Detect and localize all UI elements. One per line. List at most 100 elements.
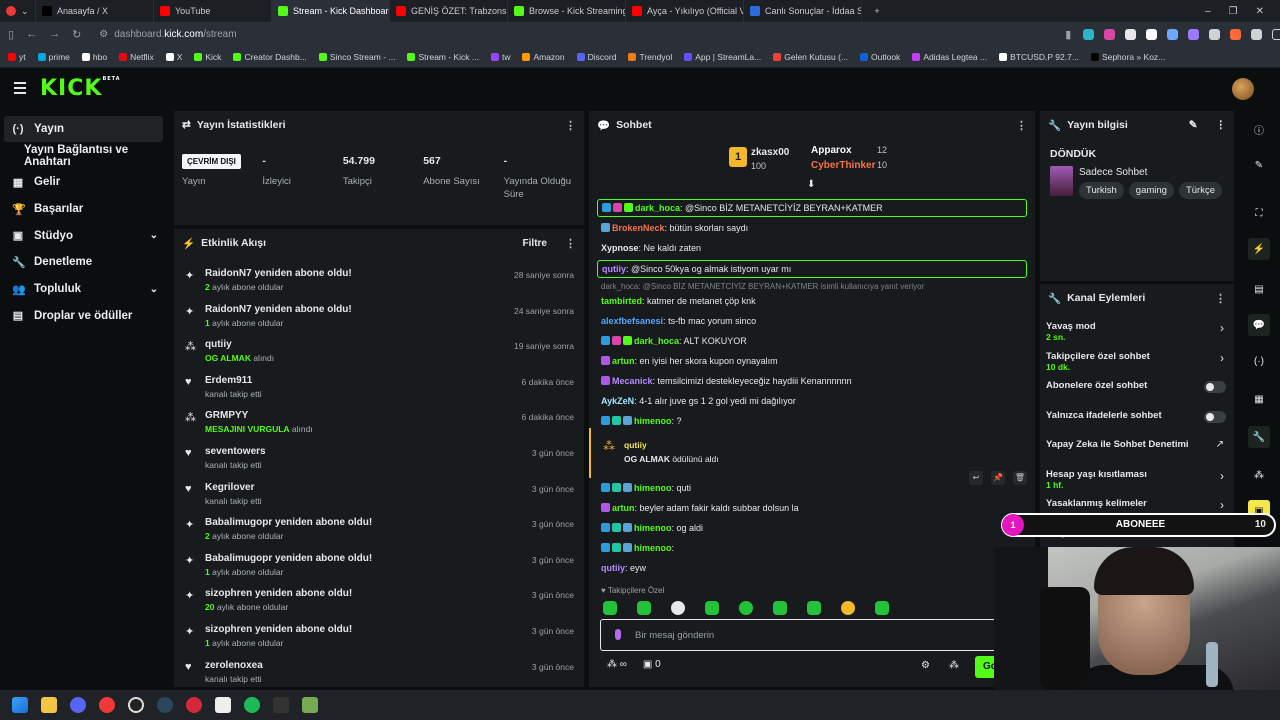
bookmark-item[interactable]: yt: [8, 52, 26, 62]
chat-username[interactable]: BrokenNeck: [612, 223, 665, 233]
channel-action-row[interactable]: Yavaş mod 2 sn. ›: [1040, 314, 1234, 344]
toggle-switch[interactable]: [1204, 381, 1226, 393]
bookmark-item[interactable]: Sephora » Koz...: [1090, 52, 1165, 62]
browser-tab[interactable]: Browse - Kick Streaming: [508, 0, 626, 22]
bookmark-item[interactable]: App | StreamLa...: [684, 52, 761, 62]
sidebar-item[interactable]: 🏆 Başarılar: [0, 196, 172, 222]
edit-icon[interactable]: ✎: [1248, 154, 1270, 176]
redeem-user[interactable]: qutiiy: [624, 440, 647, 450]
extension-icon[interactable]: [1209, 28, 1221, 40]
activity-title[interactable]: Babalimugopr yeniden abone oldu!: [205, 548, 584, 564]
discord-icon[interactable]: [70, 697, 86, 713]
emote[interactable]: [671, 601, 685, 615]
chat-username[interactable]: himenoo: [634, 483, 672, 493]
app-icon[interactable]: [186, 697, 202, 713]
browser-tab[interactable]: Ayça - Yıkılıyo (Official Vide: [626, 0, 744, 22]
bookmark-item[interactable]: BTCUSD.P 92.7...: [999, 52, 1079, 62]
extension-icon[interactable]: [1251, 28, 1263, 40]
emote[interactable]: [637, 601, 651, 615]
edit-icon[interactable]: ✎: [1189, 119, 1198, 131]
browser-menu[interactable]: ⌄: [0, 0, 36, 22]
chat-icon[interactable]: 💬: [1248, 314, 1270, 336]
browser-tab[interactable]: Anasayfa / X: [36, 0, 154, 22]
bookmark-item[interactable]: Kick: [194, 52, 221, 62]
chat-username[interactable]: qutiiy: [602, 264, 626, 274]
sidebar-item[interactable]: (·) Yayın: [4, 116, 163, 142]
emote[interactable]: [773, 601, 787, 615]
chat-username[interactable]: himenoo: [634, 543, 672, 553]
chat-username[interactable]: AykZeN: [601, 396, 634, 406]
focus-icon[interactable]: ⛶: [1248, 202, 1270, 224]
rewards-icon[interactable]: ⁂: [949, 660, 959, 671]
bookmark-item[interactable]: Sinco Stream - ...: [318, 52, 395, 62]
sidebar-item[interactable]: 👥 Topluluk ⌄: [0, 276, 172, 302]
bookmark-item[interactable]: Outlook: [860, 52, 900, 62]
user-avatar[interactable]: [1232, 78, 1254, 100]
browser-tab[interactable]: YouTube: [154, 0, 272, 22]
microphone-icon[interactable]: [615, 629, 621, 640]
sidebar-item[interactable]: ▤ Droplar ve ödüller: [0, 303, 172, 329]
bookmark-item[interactable]: tw: [490, 52, 510, 62]
bookmark-item[interactable]: Netflix: [119, 52, 154, 62]
bookmark-item[interactable]: prime: [37, 52, 70, 62]
more-options-icon[interactable]: ⋮: [1016, 119, 1027, 132]
extension-icon[interactable]: [1083, 28, 1095, 40]
chat-username[interactable]: dark_hoca: [635, 203, 680, 213]
more-options-icon[interactable]: ⋮: [565, 237, 576, 250]
reply-icon[interactable]: ↩: [969, 471, 983, 485]
sidebar-item[interactable]: ▣ Stüdyo ⌄: [0, 223, 172, 249]
vivaldi-icon[interactable]: [99, 697, 115, 713]
bookmark-item[interactable]: Creator Dashb...: [233, 52, 307, 62]
emote[interactable]: [841, 601, 855, 615]
browser-tab[interactable]: Stream - Kick Dashboard: [272, 0, 390, 22]
chat-username[interactable]: alexfbefsanesi: [601, 316, 663, 326]
toggle-switch[interactable]: [1204, 410, 1226, 423]
channel-action-row[interactable]: Yapay Zeka ile Sohbet Denetimi ↗: [1040, 432, 1234, 462]
extension-icon[interactable]: [1167, 28, 1179, 40]
extension-icon[interactable]: [1146, 28, 1158, 40]
chat-username[interactable]: himenoo: [634, 523, 672, 533]
chat-username[interactable]: Xypnose: [601, 243, 639, 253]
more-options-icon[interactable]: ⋮: [1216, 119, 1227, 131]
rewards-icon[interactable]: ⁂: [1248, 464, 1270, 486]
activity-title[interactable]: seventowers: [205, 441, 584, 457]
activity-title[interactable]: sizophren yeniden abone oldu!: [205, 583, 584, 599]
stream-tag[interactable]: gaming: [1128, 182, 1174, 199]
activity-title[interactable]: Babalimugopr yeniden abone oldu!: [205, 512, 584, 528]
broadcast-icon[interactable]: (·): [1248, 350, 1270, 372]
pin-icon[interactable]: 📌: [991, 471, 1005, 485]
forward-icon[interactable]: →: [49, 28, 60, 40]
start-icon[interactable]: [12, 697, 28, 713]
emote[interactable]: [603, 601, 617, 615]
emote[interactable]: [875, 601, 889, 615]
url-field[interactable]: ⚙ dashboard. kick.com/stream: [93, 25, 893, 43]
more-options-icon[interactable]: ⋮: [1215, 292, 1226, 305]
channel-action-row[interactable]: Hesap yaşı kısıtlaması 1 hf. ›: [1040, 462, 1234, 492]
chat-input[interactable]: [635, 627, 975, 643]
bookmark-item[interactable]: X: [165, 52, 182, 62]
new-tab-button[interactable]: +: [862, 0, 892, 22]
close-icon[interactable]: ✕: [1256, 6, 1264, 17]
back-icon[interactable]: ←: [26, 28, 37, 40]
maximize-icon[interactable]: ❐: [1229, 6, 1238, 17]
bolt-icon[interactable]: ⚡: [1248, 238, 1270, 260]
emote[interactable]: [739, 601, 753, 615]
bookmark-item[interactable]: Adidas Legtea ...: [912, 52, 987, 62]
wrench-icon[interactable]: 🔧: [1248, 426, 1270, 448]
stream-tag[interactable]: Turkish: [1079, 182, 1124, 199]
extension-icon[interactable]: [1104, 28, 1116, 40]
file-explorer-icon[interactable]: [41, 697, 57, 713]
channel-action-row[interactable]: Takipçilere özel sohbet 10 dk. ›: [1040, 344, 1234, 374]
chat-username[interactable]: qutiiy: [601, 563, 625, 573]
document-icon[interactable]: ▤: [1248, 278, 1270, 300]
sidebar-item[interactable]: ▦ Gelir: [0, 169, 172, 195]
emote[interactable]: [705, 601, 719, 615]
more-options-icon[interactable]: ⋮: [565, 119, 576, 132]
menu-icon[interactable]: [14, 82, 26, 97]
bookmark-item[interactable]: Trendyol: [628, 52, 672, 62]
stream-tag[interactable]: Türkçe: [1178, 182, 1223, 199]
chat-username[interactable]: tambirted: [601, 296, 642, 306]
minimize-icon[interactable]: –: [1205, 6, 1211, 17]
gift-subs[interactable]: ▣ 0: [643, 659, 661, 670]
bookmark-item[interactable]: Amazon: [522, 52, 565, 62]
